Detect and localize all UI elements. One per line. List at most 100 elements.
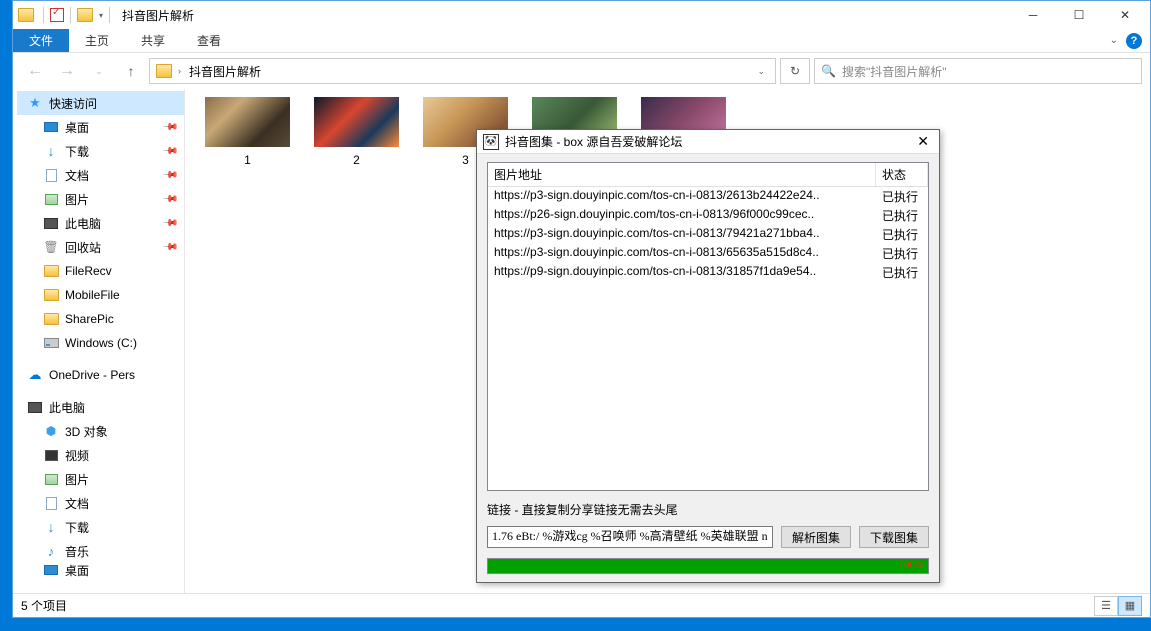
table-row[interactable]: https://p26-sign.douyinpic.com/tos-cn-i-… [488, 206, 928, 225]
cell-url: https://p26-sign.douyinpic.com/tos-cn-i-… [488, 206, 876, 225]
sidebar-item-downloads[interactable]: ↓下载 [17, 515, 184, 539]
recycle-icon: 🗑 [43, 240, 59, 254]
address-row: ← → ⌄ ↑ › 抖音图片解析 ⌄ ↻ 🔍 搜索"抖音图片解析" [13, 53, 1150, 89]
sidebar-item-desktop[interactable]: 桌面 [17, 563, 184, 577]
properties-icon[interactable] [50, 8, 64, 22]
tab-share[interactable]: 共享 [125, 29, 181, 52]
sidebar-item-this-pc[interactable]: 此电脑📌 [17, 211, 184, 235]
chevron-right-icon[interactable]: › [176, 66, 183, 76]
folder-icon [43, 264, 59, 278]
maximize-button[interactable]: ☐ [1056, 1, 1102, 29]
sidebar-item-mobilefile[interactable]: MobileFile [17, 283, 184, 307]
breadcrumb[interactable]: 抖音图片解析 [183, 59, 267, 83]
column-status[interactable]: 状态 [876, 163, 928, 186]
music-icon: ♪ [43, 544, 59, 558]
sidebar-item-cdrive[interactable]: Windows (C:) [17, 331, 184, 355]
folder-icon [156, 64, 172, 78]
progress-text: 100% [898, 559, 924, 571]
file-name: 1 [244, 153, 251, 167]
picture-icon [43, 472, 59, 486]
url-table[interactable]: 图片地址 状态 https://p3-sign.douyinpic.com/to… [487, 162, 929, 491]
sidebar-item-videos[interactable]: 视频 [17, 443, 184, 467]
qat-dropdown-icon[interactable]: ▾ [99, 11, 103, 20]
help-icon[interactable]: ? [1126, 33, 1142, 49]
table-row[interactable]: https://p3-sign.douyinpic.com/tos-cn-i-0… [488, 225, 928, 244]
cube-icon: ⬢ [43, 424, 59, 438]
search-placeholder: 搜索"抖音图片解析" [842, 63, 947, 80]
close-button[interactable]: ✕ [1102, 1, 1148, 29]
cell-status: 已执行 [876, 187, 928, 206]
pin-icon: 📌 [161, 143, 178, 160]
input-row: 1.76 eBt:/ %游戏cg %召唤师 %高清壁纸 %英雄联盟 n 解析图集… [487, 526, 929, 548]
pin-icon: 📌 [161, 119, 178, 136]
sidebar-item-desktop[interactable]: 桌面📌 [17, 115, 184, 139]
ribbon-expand-icon[interactable]: ⌄ [1110, 35, 1118, 46]
picture-icon [43, 192, 59, 206]
thumbnails-view-button[interactable]: ▦ [1118, 596, 1142, 616]
sidebar-item-documents[interactable]: 文档📌 [17, 163, 184, 187]
folder-icon [43, 312, 59, 326]
dialog-titlebar[interactable]: 🐼 抖音图集 - box 源自吾爱破解论坛 ✕ [477, 130, 939, 154]
forward-button[interactable]: → [53, 58, 81, 84]
folder-icon [43, 288, 59, 302]
minimize-button[interactable]: ─ [1010, 1, 1056, 29]
link-input[interactable]: 1.76 eBt:/ %游戏cg %召唤师 %高清壁纸 %英雄联盟 n [487, 526, 773, 548]
item-count: 5 个项目 [21, 597, 67, 614]
tab-view[interactable]: 查看 [181, 29, 237, 52]
up-button[interactable]: ↑ [117, 58, 145, 84]
download-icon: ↓ [43, 144, 59, 158]
star-icon: ★ [27, 96, 43, 110]
back-button[interactable]: ← [21, 58, 49, 84]
tab-file[interactable]: 文件 [13, 29, 69, 52]
file-name: 3 [462, 153, 469, 167]
sidebar-item-music[interactable]: ♪音乐 [17, 539, 184, 563]
search-input[interactable]: 🔍 搜索"抖音图片解析" [814, 58, 1142, 84]
address-bar[interactable]: › 抖音图片解析 ⌄ [149, 58, 776, 84]
dialog-body: 图片地址 状态 https://p3-sign.douyinpic.com/to… [477, 154, 939, 582]
document-icon [43, 168, 59, 182]
pin-icon: 📌 [161, 191, 178, 208]
separator [109, 7, 110, 23]
document-icon [43, 496, 59, 510]
dialog-window: 🐼 抖音图集 - box 源自吾爱破解论坛 ✕ 图片地址 状态 https://… [476, 129, 940, 583]
cell-url: https://p3-sign.douyinpic.com/tos-cn-i-0… [488, 244, 876, 263]
column-url[interactable]: 图片地址 [488, 163, 876, 186]
sidebar-item-pictures[interactable]: 图片📌 [17, 187, 184, 211]
sidebar-item-this-pc[interactable]: 此电脑 [17, 395, 184, 419]
sidebar-item-downloads[interactable]: ↓下载📌 [17, 139, 184, 163]
video-icon [43, 448, 59, 462]
file-name: 2 [353, 153, 360, 167]
close-button[interactable]: ✕ [913, 133, 933, 150]
address-dropdown-icon[interactable]: ⌄ [749, 66, 773, 77]
pin-icon: 📌 [161, 215, 178, 232]
sidebar-item-onedrive[interactable]: ☁OneDrive - Pers [17, 363, 184, 387]
pc-icon [43, 216, 59, 230]
file-item[interactable]: 1 [205, 97, 290, 167]
sidebar[interactable]: ★快速访问 桌面📌 ↓下载📌 文档📌 图片📌 此电脑📌 🗑回收站📌 FileRe… [13, 89, 185, 593]
download-button[interactable]: 下载图集 [859, 526, 929, 548]
desktop-icon [43, 563, 59, 577]
details-view-button[interactable]: ☰ [1094, 596, 1118, 616]
refresh-button[interactable]: ↻ [780, 58, 810, 84]
sidebar-item-sharepic[interactable]: SharePic [17, 307, 184, 331]
tab-home[interactable]: 主页 [69, 29, 125, 52]
folder-icon [18, 8, 34, 22]
status-bar: 5 个项目 ☰ ▦ [13, 593, 1150, 617]
recent-dropdown-icon[interactable]: ⌄ [85, 58, 113, 84]
sidebar-item-documents[interactable]: 文档 [17, 491, 184, 515]
parse-button[interactable]: 解析图集 [781, 526, 851, 548]
table-row[interactable]: https://p9-sign.douyinpic.com/tos-cn-i-0… [488, 263, 928, 282]
thumbnail-image [314, 97, 399, 147]
cell-status: 已执行 [876, 244, 928, 263]
sidebar-item-filerecv[interactable]: FileRecv [17, 259, 184, 283]
file-item[interactable]: 2 [314, 97, 399, 167]
table-row[interactable]: https://p3-sign.douyinpic.com/tos-cn-i-0… [488, 244, 928, 263]
drive-icon [43, 336, 59, 350]
table-row[interactable]: https://p3-sign.douyinpic.com/tos-cn-i-0… [488, 187, 928, 206]
window-controls: ─ ☐ ✕ [1010, 1, 1148, 29]
cell-status: 已执行 [876, 263, 928, 282]
sidebar-item-pictures[interactable]: 图片 [17, 467, 184, 491]
sidebar-item-recycle-bin[interactable]: 🗑回收站📌 [17, 235, 184, 259]
sidebar-item-quick-access[interactable]: ★快速访问 [17, 91, 184, 115]
sidebar-item-3d-objects[interactable]: ⬢3D 对象 [17, 419, 184, 443]
